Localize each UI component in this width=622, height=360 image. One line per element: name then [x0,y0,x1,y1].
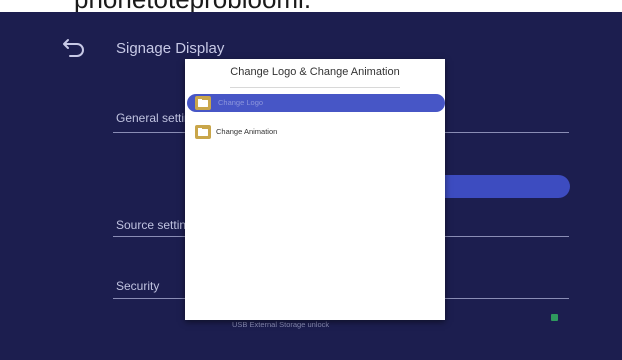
caption-text: phonetoteproblooml. [74,0,311,12]
folder-icon [195,96,211,110]
list-item-label: Change Animation [216,127,278,136]
dialog-divider [230,87,400,88]
list-item-change-logo[interactable]: Change Logo [187,94,445,112]
usb-storage-unlock-label: USB External Storage unlock [232,320,330,329]
caption-bar: phonetoteproblooml. [0,0,622,12]
list-item-change-animation[interactable]: Change Animation [185,123,445,141]
usb-storage-unlock-checkbox[interactable] [551,314,558,321]
change-logo-dialog: Change Logo & Change Animation Change Lo… [185,59,445,320]
back-arrow-icon[interactable] [62,38,86,58]
list-item-label: Change Logo [218,98,264,107]
page-title: Signage Display [116,40,225,57]
dialog-title: Change Logo & Change Animation [230,66,400,78]
security-item[interactable]: Security [116,279,159,293]
folder-icon [195,125,211,139]
